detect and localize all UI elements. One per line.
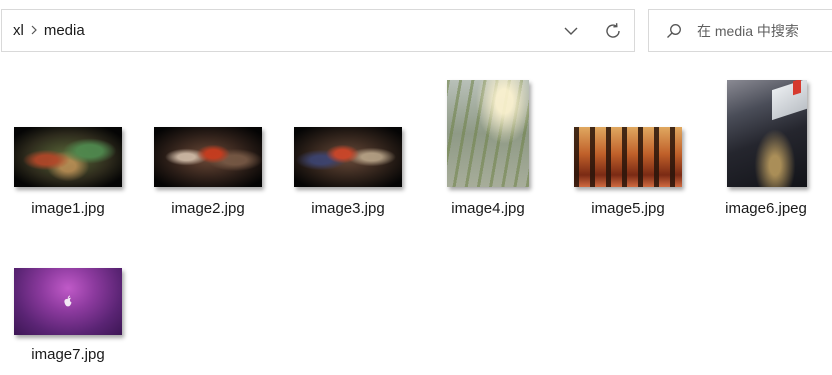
airplane-wing-graphic	[772, 80, 807, 121]
file-name-label: image1.jpg	[31, 200, 105, 217]
file-name-label: image4.jpg	[451, 200, 525, 217]
airplane-wingtip-graphic	[793, 80, 801, 96]
file-item-image7[interactable]: image7.jpg	[2, 222, 134, 367]
search-icon	[665, 22, 683, 40]
file-item-image4[interactable]: image4.jpg	[422, 74, 554, 219]
image5-thumbnail	[574, 127, 682, 187]
chevron-down-icon[interactable]	[560, 21, 582, 41]
breadcrumb-separator-icon[interactable]	[25, 23, 43, 38]
image1-thumbnail	[14, 127, 122, 187]
file-item-image6[interactable]: image6.jpeg	[700, 74, 832, 219]
search-input[interactable]	[697, 22, 827, 39]
file-explorer-window: xl media image1.jpg	[0, 0, 832, 375]
image3-thumbnail	[294, 127, 402, 187]
refresh-icon[interactable]	[602, 20, 624, 42]
image2-thumbnail	[154, 127, 262, 187]
file-name-label: image6.jpeg	[725, 200, 807, 217]
image4-thumbnail	[447, 80, 529, 187]
address-bar[interactable]: xl media	[1, 9, 635, 52]
image7-thumbnail	[14, 268, 122, 335]
file-item-image1[interactable]: image1.jpg	[2, 74, 134, 219]
breadcrumb-item-xl[interactable]: xl	[12, 22, 25, 39]
breadcrumb-item-media[interactable]: media	[43, 22, 86, 39]
file-item-image5[interactable]: image5.jpg	[562, 74, 694, 219]
file-name-label: image7.jpg	[31, 346, 105, 363]
file-item-image3[interactable]: image3.jpg	[282, 74, 414, 219]
file-item-image2[interactable]: image2.jpg	[142, 74, 274, 219]
file-name-label: image5.jpg	[591, 200, 665, 217]
file-name-label: image3.jpg	[311, 200, 385, 217]
image6-thumbnail	[727, 80, 807, 187]
file-name-label: image2.jpg	[171, 200, 245, 217]
breadcrumb: xl media	[12, 10, 86, 51]
search-box[interactable]	[648, 9, 832, 52]
apple-logo-icon	[62, 295, 74, 307]
